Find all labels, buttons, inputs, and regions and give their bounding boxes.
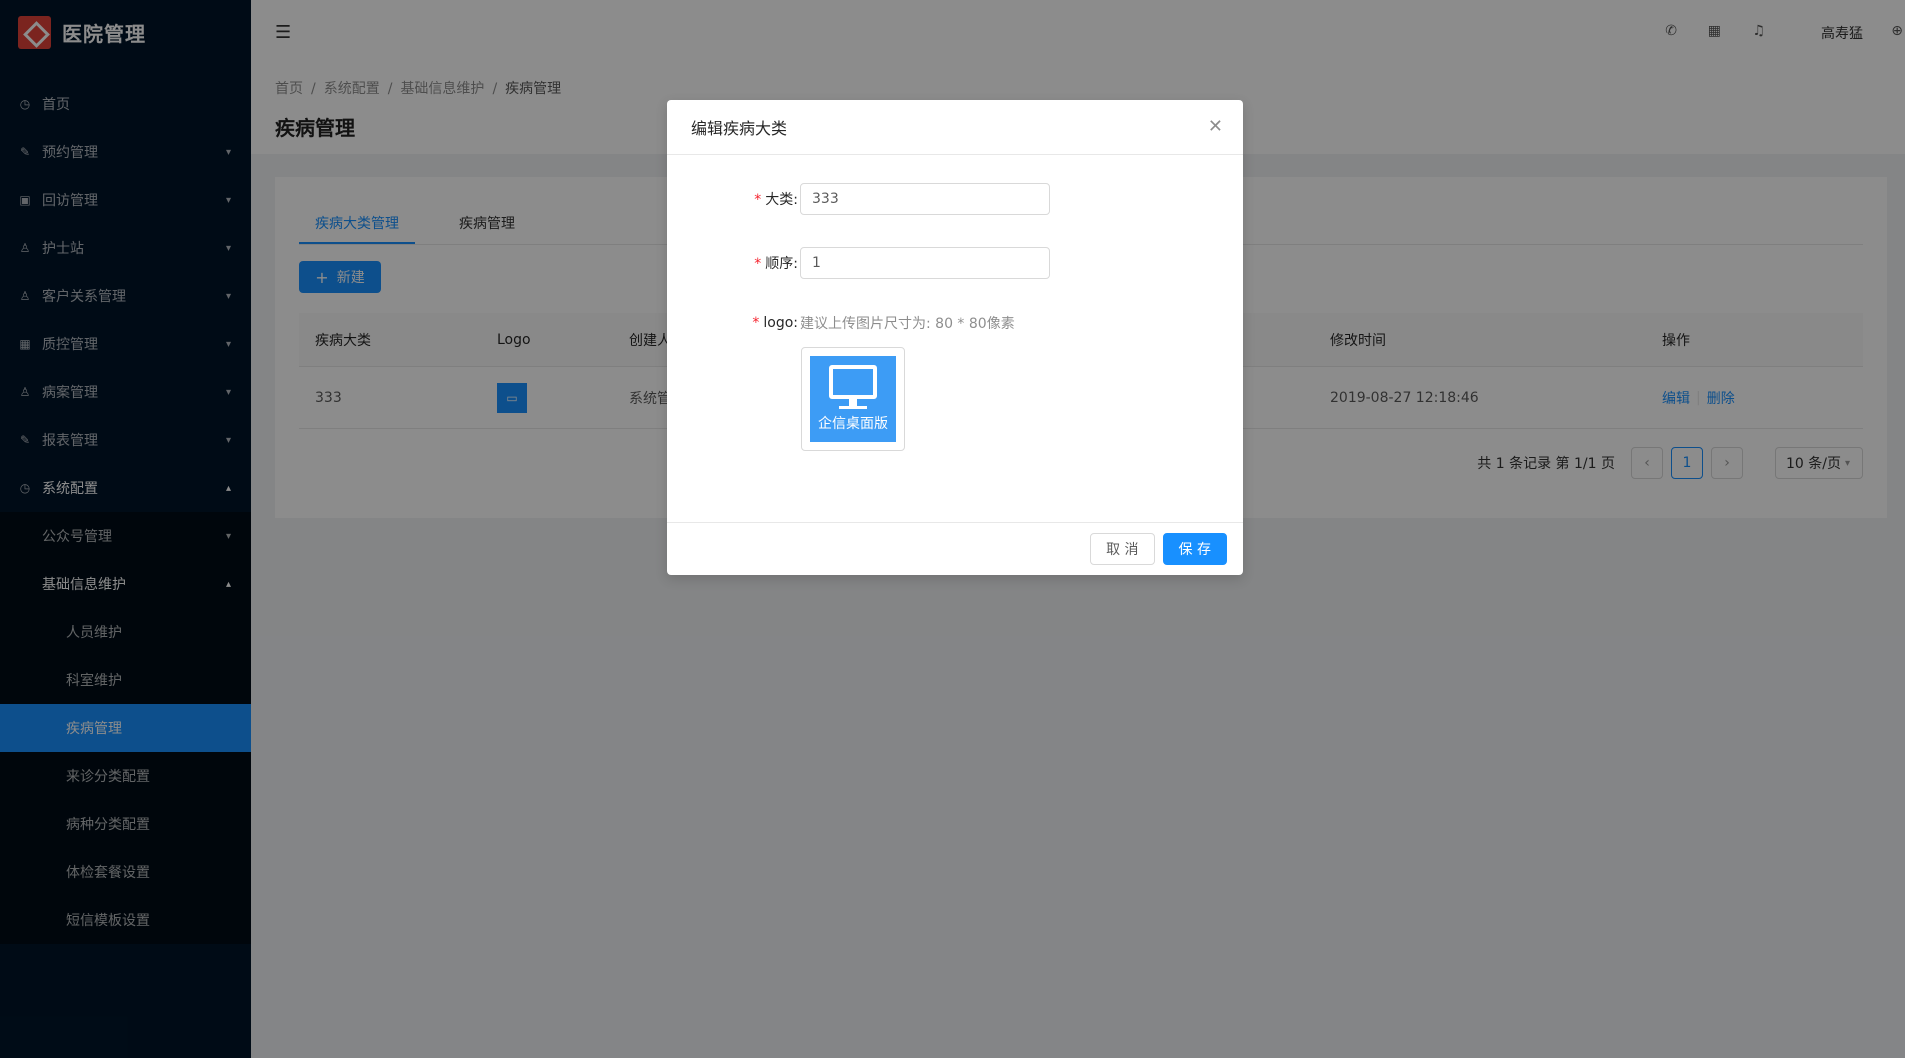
logo-hint: 建议上传图片尺寸为: 80 * 80像素 xyxy=(800,316,1015,332)
close-icon[interactable]: ✕ xyxy=(1208,116,1223,137)
order-label: * 顺序: xyxy=(754,256,798,272)
form-row-category: * 大类: xyxy=(667,183,1050,215)
logo-preview-text: 企信桌面版 xyxy=(818,416,888,432)
logo-preview: 企信桌面版 xyxy=(810,356,896,442)
logo-label: * logo: xyxy=(752,315,798,331)
order-input[interactable] xyxy=(800,247,1050,279)
monitor-icon xyxy=(829,365,877,409)
edit-category-modal: 编辑疾病大类 ✕ *大类: *顺序: *logo: 建议上传图片尺寸为: 80 … xyxy=(667,100,1243,575)
save-button[interactable]: 保 存 xyxy=(1162,533,1227,565)
modal-body: *大类: *顺序: *logo: 建议上传图片尺寸为: 80 * 80像素 企信… xyxy=(667,155,1243,522)
form-row-logo: * logo: 建议上传图片尺寸为: 80 * 80像素 xyxy=(667,313,1015,333)
form-row-order: * 顺序: xyxy=(667,247,1050,279)
logo-upload-card[interactable]: 企信桌面版 xyxy=(801,347,905,451)
modal-footer: 取 消 保 存 xyxy=(667,522,1243,575)
modal-header: 编辑疾病大类 ✕ xyxy=(667,100,1243,155)
category-label: * 大类: xyxy=(754,192,798,208)
cancel-button[interactable]: 取 消 xyxy=(1090,533,1155,565)
modal-title: 编辑疾病大类 xyxy=(691,119,788,138)
category-input[interactable] xyxy=(800,183,1050,215)
